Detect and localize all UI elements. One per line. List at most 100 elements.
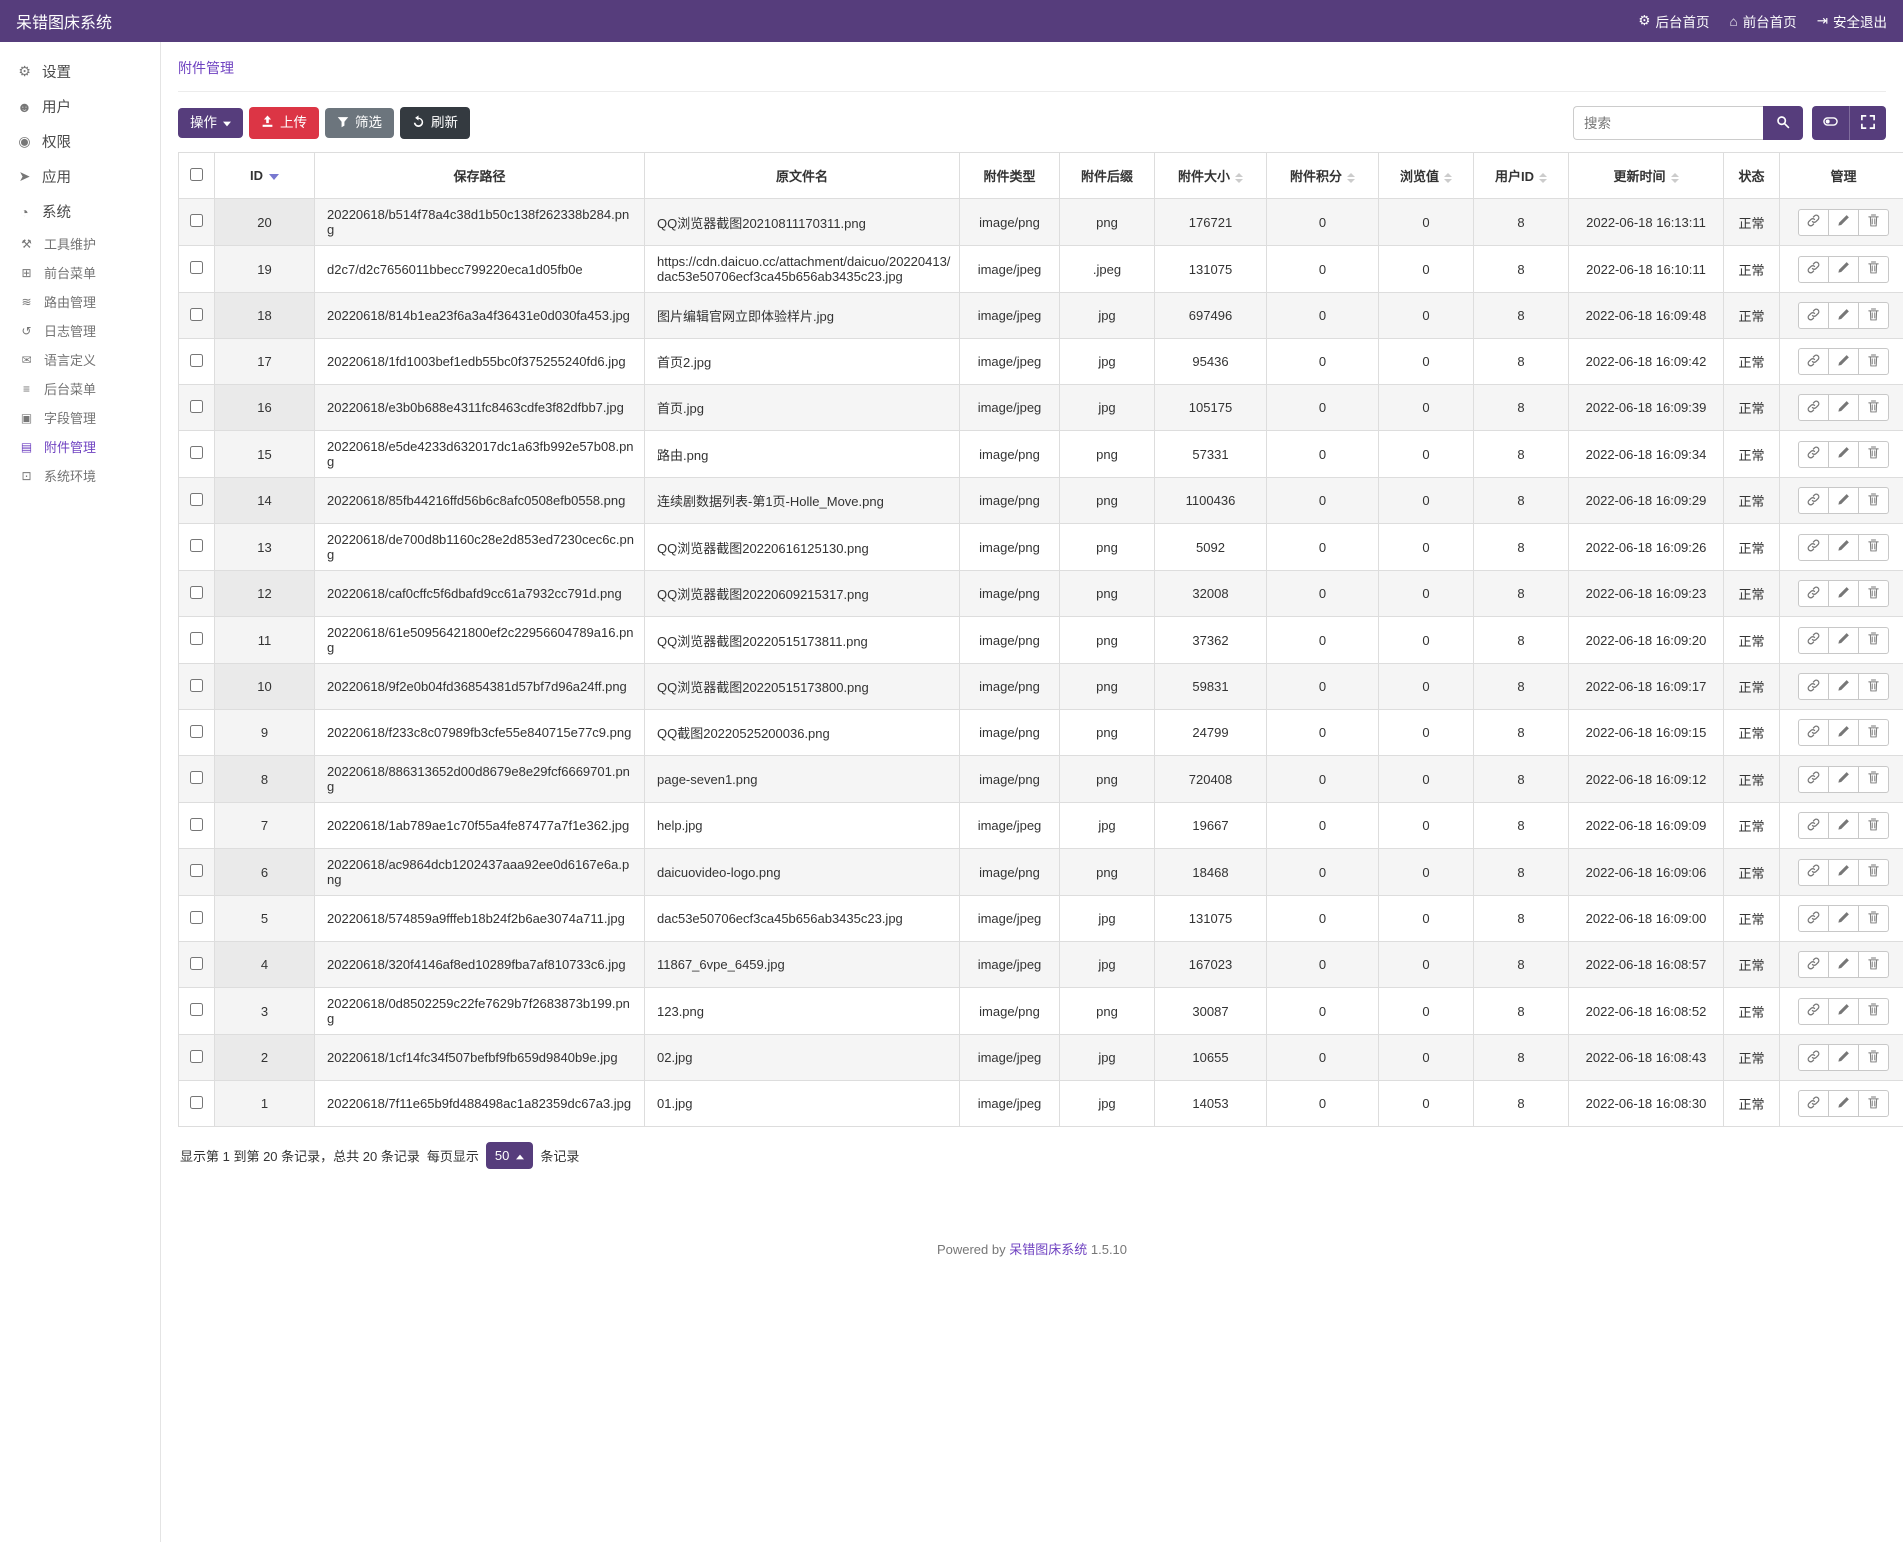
link-button[interactable] xyxy=(1798,951,1829,978)
edit-button[interactable] xyxy=(1828,1044,1859,1071)
row-checkbox[interactable] xyxy=(190,1096,203,1109)
action-dropdown-button[interactable]: 操作 xyxy=(178,108,243,138)
delete-button[interactable] xyxy=(1858,394,1889,421)
search-input[interactable] xyxy=(1573,106,1763,140)
delete-button[interactable] xyxy=(1858,441,1889,468)
col-size[interactable]: 附件大小 xyxy=(1155,153,1267,199)
link-button[interactable] xyxy=(1798,766,1829,793)
edit-button[interactable] xyxy=(1828,951,1859,978)
link-button[interactable] xyxy=(1798,719,1829,746)
edit-button[interactable] xyxy=(1828,998,1859,1025)
edit-button[interactable] xyxy=(1828,673,1859,700)
delete-button[interactable] xyxy=(1858,719,1889,746)
sidebar-item-fields[interactable]: ▣字段管理 xyxy=(0,403,160,432)
delete-button[interactable] xyxy=(1858,534,1889,561)
col-updated[interactable]: 更新时间 xyxy=(1569,153,1724,199)
delete-button[interactable] xyxy=(1858,256,1889,283)
delete-button[interactable] xyxy=(1858,951,1889,978)
brand-link[interactable]: 呆错图床系统 xyxy=(1009,1242,1087,1257)
delete-button[interactable] xyxy=(1858,812,1889,839)
row-checkbox[interactable] xyxy=(190,446,203,459)
delete-button[interactable] xyxy=(1858,905,1889,932)
link-button[interactable] xyxy=(1798,1044,1829,1071)
sidebar-item-users[interactable]: ☻用户 xyxy=(0,89,160,124)
row-checkbox[interactable] xyxy=(190,864,203,877)
refresh-button[interactable]: 刷新 xyxy=(400,107,470,139)
link-button[interactable] xyxy=(1798,673,1829,700)
edit-button[interactable] xyxy=(1828,302,1859,329)
fullscreen-button[interactable] xyxy=(1850,106,1886,140)
nav-backend-home[interactable]: ⚙后台首页 xyxy=(1638,11,1709,31)
link-button[interactable] xyxy=(1798,441,1829,468)
nav-logout[interactable]: ⇥安全退出 xyxy=(1817,11,1887,31)
filter-button[interactable]: 筛选 xyxy=(325,108,394,139)
delete-button[interactable] xyxy=(1858,859,1889,886)
edit-button[interactable] xyxy=(1828,348,1859,375)
row-checkbox[interactable] xyxy=(190,911,203,924)
sidebar-item-settings[interactable]: ⚙设置 xyxy=(0,54,160,89)
edit-button[interactable] xyxy=(1828,534,1859,561)
row-checkbox[interactable] xyxy=(190,818,203,831)
row-checkbox[interactable] xyxy=(190,1003,203,1016)
link-button[interactable] xyxy=(1798,998,1829,1025)
sidebar-item-system[interactable]: ◔系统 xyxy=(0,194,160,229)
delete-button[interactable] xyxy=(1858,1090,1889,1117)
link-button[interactable] xyxy=(1798,256,1829,283)
delete-button[interactable] xyxy=(1858,302,1889,329)
sidebar-item-tools[interactable]: ⚒工具维护 xyxy=(0,229,160,258)
link-button[interactable] xyxy=(1798,348,1829,375)
col-id[interactable]: ID xyxy=(215,153,315,199)
link-button[interactable] xyxy=(1798,487,1829,514)
edit-button[interactable] xyxy=(1828,766,1859,793)
row-checkbox[interactable] xyxy=(190,493,203,506)
link-button[interactable] xyxy=(1798,812,1829,839)
row-checkbox[interactable] xyxy=(190,214,203,227)
link-button[interactable] xyxy=(1798,580,1829,607)
edit-button[interactable] xyxy=(1828,580,1859,607)
delete-button[interactable] xyxy=(1858,1044,1889,1071)
delete-button[interactable] xyxy=(1858,348,1889,375)
edit-button[interactable] xyxy=(1828,627,1859,654)
delete-button[interactable] xyxy=(1858,580,1889,607)
sidebar-item-routes[interactable]: ≋路由管理 xyxy=(0,287,160,316)
row-checkbox[interactable] xyxy=(190,725,203,738)
col-uid[interactable]: 用户ID xyxy=(1474,153,1569,199)
sidebar-item-environment[interactable]: ⊡系统环境 xyxy=(0,461,160,490)
sidebar-item-permissions[interactable]: ◉权限 xyxy=(0,124,160,159)
delete-button[interactable] xyxy=(1858,209,1889,236)
sidebar-item-apps[interactable]: ➤应用 xyxy=(0,159,160,194)
edit-button[interactable] xyxy=(1828,812,1859,839)
edit-button[interactable] xyxy=(1828,487,1859,514)
edit-button[interactable] xyxy=(1828,394,1859,421)
row-checkbox[interactable] xyxy=(190,1050,203,1063)
link-button[interactable] xyxy=(1798,394,1829,421)
row-checkbox[interactable] xyxy=(190,308,203,321)
edit-button[interactable] xyxy=(1828,719,1859,746)
link-button[interactable] xyxy=(1798,302,1829,329)
page-title[interactable]: 附件管理 xyxy=(178,60,234,76)
row-checkbox[interactable] xyxy=(190,771,203,784)
edit-button[interactable] xyxy=(1828,859,1859,886)
row-checkbox[interactable] xyxy=(190,400,203,413)
edit-button[interactable] xyxy=(1828,1090,1859,1117)
delete-button[interactable] xyxy=(1858,487,1889,514)
col-score[interactable]: 附件积分 xyxy=(1267,153,1379,199)
edit-button[interactable] xyxy=(1828,441,1859,468)
sidebar-item-language[interactable]: ✉语言定义 xyxy=(0,345,160,374)
row-checkbox[interactable] xyxy=(190,261,203,274)
delete-button[interactable] xyxy=(1858,627,1889,654)
sidebar-item-logs[interactable]: ↺日志管理 xyxy=(0,316,160,345)
delete-button[interactable] xyxy=(1858,998,1889,1025)
row-checkbox[interactable] xyxy=(190,957,203,970)
col-views[interactable]: 浏览值 xyxy=(1379,153,1474,199)
delete-button[interactable] xyxy=(1858,766,1889,793)
sidebar-item-attachments[interactable]: ▤附件管理 xyxy=(0,432,160,461)
delete-button[interactable] xyxy=(1858,673,1889,700)
search-button[interactable] xyxy=(1763,106,1803,140)
select-all-checkbox[interactable] xyxy=(190,168,203,181)
link-button[interactable] xyxy=(1798,627,1829,654)
sidebar-item-admin-menu[interactable]: ≡后台菜单 xyxy=(0,374,160,403)
link-button[interactable] xyxy=(1798,209,1829,236)
upload-button[interactable]: 上传 xyxy=(249,107,319,139)
toggle-view-button[interactable] xyxy=(1812,106,1850,140)
